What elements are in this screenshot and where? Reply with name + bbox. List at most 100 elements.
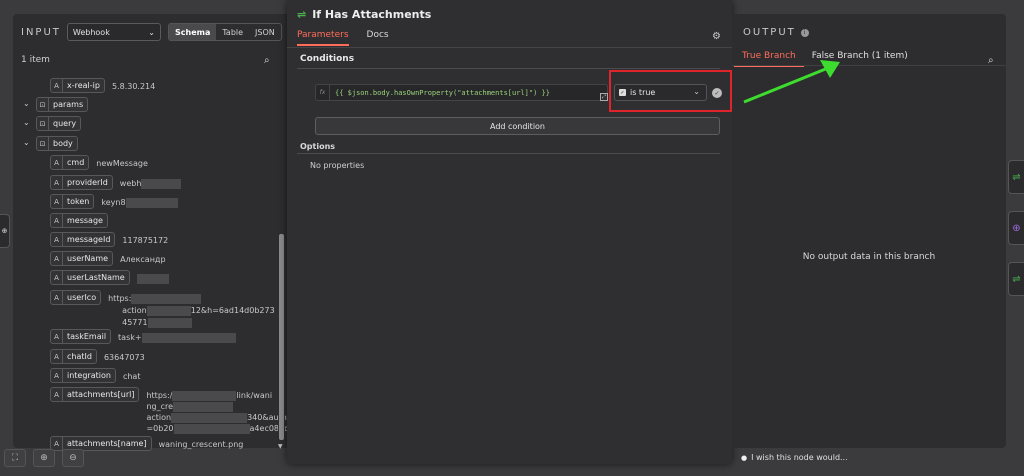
- feedback-link[interactable]: ● I wish this node would...: [741, 453, 848, 462]
- chevron-down-icon[interactable]: ⌄: [23, 99, 33, 108]
- output-header: OUTPUT i: [743, 27, 809, 38]
- value-text: https:: [108, 294, 132, 303]
- field-pill[interactable]: Aintegration: [50, 368, 116, 383]
- field-value: https: action 12&h=6ad14d0b273 45771: [108, 293, 275, 329]
- gear-icon[interactable]: ⚙: [712, 31, 721, 42]
- field-value: 63647073: [103, 353, 145, 362]
- feedback-text: I wish this node would...: [751, 453, 848, 462]
- value-text: =0b20: [146, 424, 174, 433]
- condition-expression-input[interactable]: fx {{ $json.body.hasOwnProperty("attachm…: [315, 84, 608, 101]
- value-line: ng_cre: [146, 401, 289, 412]
- tab-json[interactable]: JSON: [249, 24, 281, 40]
- value-text: 45771: [122, 318, 148, 327]
- canvas-node-handle[interactable]: ⊕: [0, 214, 10, 248]
- input-node-select-value: Webhook: [72, 27, 110, 37]
- value-text: action: [122, 306, 147, 315]
- field-name: params: [53, 100, 84, 109]
- type-string-icon: A: [51, 214, 63, 227]
- search-icon[interactable]: ⌕: [264, 55, 270, 66]
- tab-schema[interactable]: Schema: [169, 24, 217, 40]
- if-node-icon: ⇌: [297, 8, 307, 21]
- field-row: Acmd newMessage: [50, 155, 148, 170]
- canvas-if-node-icon[interactable]: ⇌: [1008, 160, 1024, 194]
- value-line: action 340&auth: [146, 412, 289, 423]
- field-value: 5.8.30.214: [111, 82, 156, 91]
- redaction-block: [147, 317, 192, 328]
- field-pill[interactable]: AtaskEmail: [50, 329, 112, 344]
- field-name: messageId: [67, 235, 111, 244]
- annotation-arrow: [743, 60, 840, 104]
- type-string-icon: A: [51, 330, 63, 343]
- field-pill[interactable]: AuserLastName: [50, 270, 130, 285]
- field-name: attachments[url]: [67, 390, 135, 399]
- redaction-block: [131, 293, 202, 304]
- redaction-block: [136, 273, 169, 284]
- node-title[interactable]: If Has Attachments: [312, 8, 431, 21]
- tab-docs[interactable]: Docs: [367, 30, 389, 46]
- field-pill[interactable]: Ax-real-ip: [50, 78, 105, 93]
- zoom-in-icon[interactable]: ⊕: [33, 449, 55, 467]
- field-row: AproviderId webh: [50, 175, 182, 190]
- options-title: Options: [300, 142, 336, 151]
- field-row: AchatId 63647073: [50, 349, 145, 364]
- arrow-shaft: [743, 66, 829, 104]
- field-row: Ax-real-ip 5.8.30.214: [50, 78, 155, 93]
- field-row: AtaskEmail task+: [50, 329, 236, 344]
- field-value: https:/ link/wani ng_cre action 340&auth =…: [146, 390, 289, 434]
- canvas-if-node-icon[interactable]: ⇌: [1008, 262, 1024, 296]
- input-header: INPUT Webhook ⌄: [21, 23, 161, 41]
- field-pill[interactable]: AchatId: [50, 349, 97, 364]
- redaction-block: [141, 178, 182, 189]
- field-pill[interactable]: Acmd: [50, 155, 90, 170]
- field-pill[interactable]: Amessage: [50, 213, 108, 228]
- conditions-title: Conditions: [300, 54, 355, 64]
- add-condition-button[interactable]: Add condition: [315, 117, 720, 135]
- field-name: body: [53, 139, 73, 148]
- field-pill[interactable]: ⊡ query: [36, 116, 82, 131]
- field-pill[interactable]: Aattachments[url]: [50, 387, 140, 402]
- field-pill[interactable]: ⊡ body: [36, 136, 78, 151]
- value-text: 12&h=6ad14d0b273: [190, 306, 275, 315]
- empty-output-message: No output data in this branch: [802, 252, 936, 262]
- field-pill[interactable]: AuserName: [50, 251, 114, 266]
- value-line: https:/ link/wani: [146, 390, 289, 401]
- type-string-icon: A: [51, 233, 63, 246]
- field-pill[interactable]: ⊡ params: [36, 97, 89, 112]
- field-value: waning_crescent.png: [158, 440, 244, 449]
- lightbulb-icon: ●: [741, 453, 748, 462]
- redaction-block: [146, 305, 191, 316]
- field-pill[interactable]: AmessageId: [50, 232, 116, 247]
- scrollbar-thumb[interactable]: [279, 234, 284, 440]
- chevron-down-icon[interactable]: ⌄: [23, 138, 33, 147]
- value-text: ng_cre: [146, 402, 174, 411]
- info-icon[interactable]: i: [800, 28, 809, 37]
- type-string-icon: A: [51, 271, 63, 284]
- value-line: 45771: [108, 317, 275, 329]
- field-value-text: webh: [119, 179, 142, 188]
- view-mode-switch: Schema Table JSON: [168, 23, 282, 41]
- tab-parameters[interactable]: Parameters: [297, 30, 349, 46]
- field-pill[interactable]: Atoken: [50, 194, 95, 209]
- field-pill[interactable]: AuserIco: [50, 290, 102, 305]
- fit-view-icon[interactable]: ⛶: [4, 449, 26, 467]
- field-value: chat: [122, 372, 141, 381]
- open-editor-icon[interactable]: ⤢: [600, 93, 608, 101]
- redaction-block: [173, 423, 250, 434]
- chevron-down-icon[interactable]: ⌄: [23, 118, 33, 127]
- field-value: keyn8: [101, 197, 178, 209]
- expression-icon: fx: [316, 85, 330, 100]
- field-name: taskEmail: [67, 332, 107, 341]
- zoom-out-icon[interactable]: ⊖: [62, 449, 84, 467]
- field-row: AuserLastName: [50, 270, 169, 285]
- type-string-icon: A: [51, 195, 63, 208]
- chevron-down-icon: ⌄: [148, 27, 155, 37]
- input-node-select[interactable]: Webhook ⌄: [66, 23, 161, 41]
- scroll-down-arrow-icon[interactable]: ▼: [278, 443, 283, 450]
- field-pill[interactable]: AproviderId: [50, 175, 113, 190]
- type-string-icon: A: [51, 79, 63, 92]
- canvas-globe-node-icon[interactable]: ⊕: [1008, 211, 1024, 245]
- field-name: attachments[name]: [67, 439, 147, 448]
- tab-table[interactable]: Table: [216, 24, 249, 40]
- field-row: ⌄ ⊡ query: [23, 116, 82, 131]
- field-row: Aattachments[url] https:/ link/wani ng_cr…: [50, 387, 289, 434]
